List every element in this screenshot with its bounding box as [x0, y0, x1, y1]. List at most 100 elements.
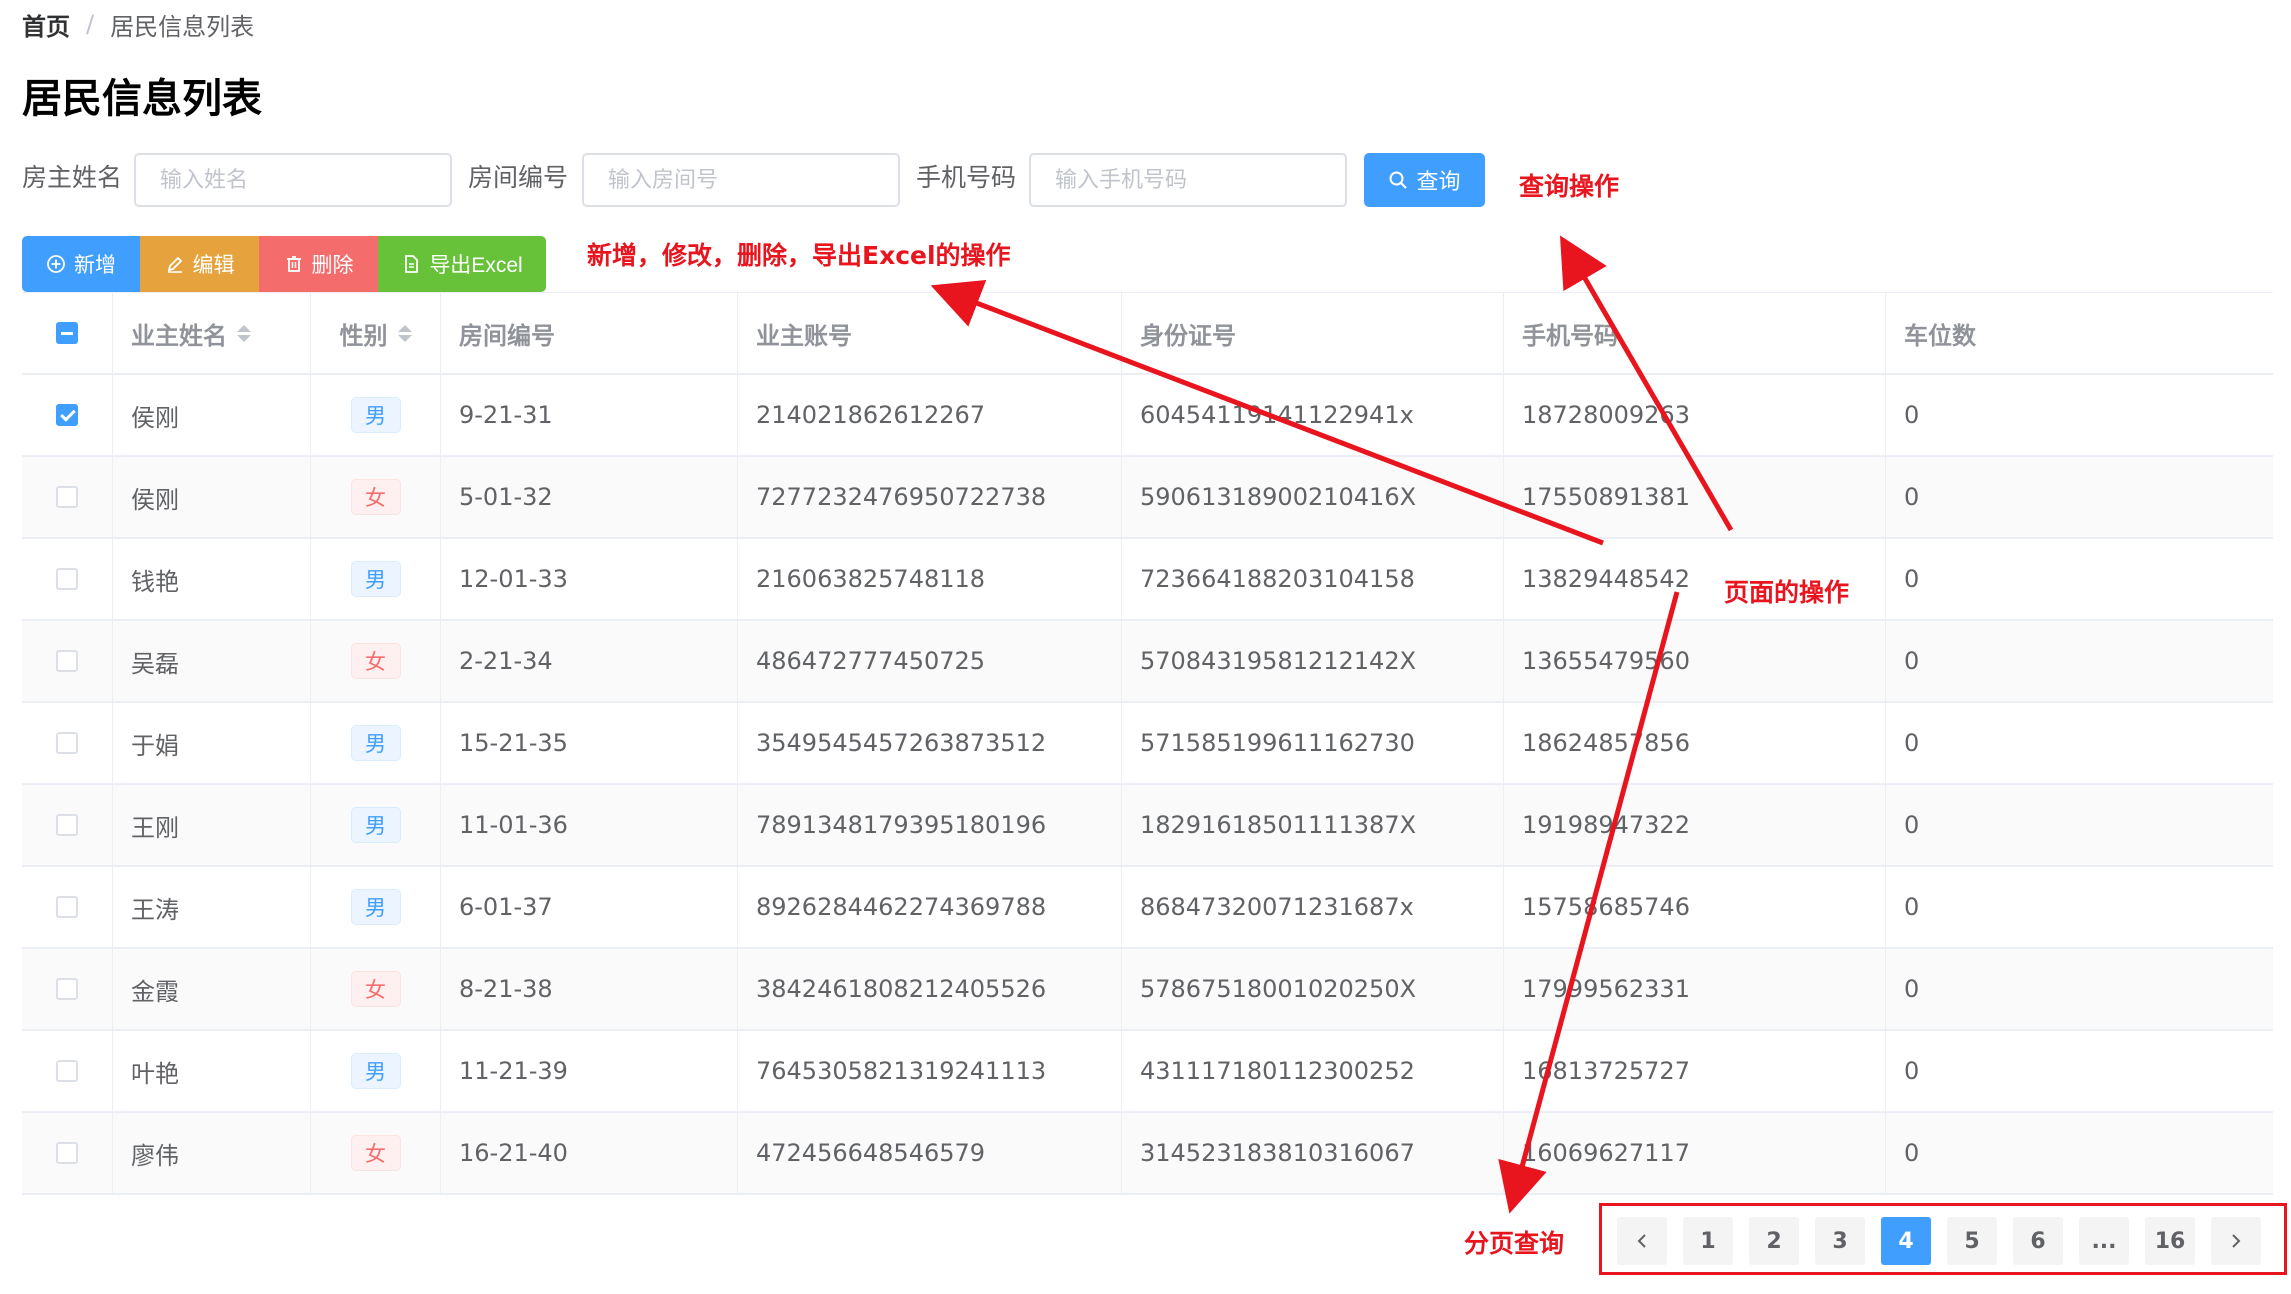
pagination: 1 2 3 4 5 6... 16	[1617, 1217, 2261, 1265]
gender-tag: 男	[350, 561, 401, 597]
phone-cell: 18728009263	[1504, 375, 1886, 455]
prev-page-button[interactable]	[1617, 1217, 1667, 1265]
gender-cell: 女	[311, 621, 441, 701]
select-cell	[22, 457, 113, 537]
gender-tag: 男	[350, 807, 401, 843]
page-ellipsis[interactable]: ...	[2079, 1217, 2129, 1265]
parking-cell: 0	[1904, 1057, 1920, 1085]
table-row[interactable]: 侯刚 女 5-01-32 7277232476950722738 59061318900…	[22, 457, 2273, 539]
annotation-crud-ops: 新增，修改，删除，导出Excel的操作	[587, 241, 1011, 270]
phone-input[interactable]	[1029, 153, 1347, 207]
room-cell: 2-21-34	[441, 621, 738, 701]
select-cell	[22, 703, 113, 783]
trash-icon	[286, 256, 301, 272]
export-button-label: 导出Excel	[429, 254, 523, 277]
owner-name-cell: 廖伟	[113, 1113, 311, 1193]
breadcrumb-home[interactable]: 首页	[22, 7, 70, 42]
gender-cell: 男	[311, 539, 441, 619]
table-row[interactable]: 侯刚 男 9-21-31 214021862612267 604541191411229…	[22, 375, 2273, 457]
table-row[interactable]: 钱艳 男 12-01-33 216063825748118 72366418820310…	[22, 539, 2273, 621]
owner-name-input[interactable]	[134, 153, 452, 207]
delete-button[interactable]: 删除	[259, 236, 378, 292]
page-button[interactable]: 16	[2145, 1217, 2195, 1265]
select-all-checkbox[interactable]	[56, 322, 78, 344]
row-checkbox[interactable]	[56, 650, 78, 672]
breadcrumb: 首页 / 居民信息列表	[22, 6, 254, 42]
table-row[interactable]: 吴磊 女 2-21-34 486472777450725 570843195812121…	[22, 621, 2273, 703]
gender-tag: 女	[350, 971, 401, 1007]
edit-button-label: 编辑	[192, 254, 235, 277]
table-row[interactable]: 王涛 男 6-01-37 8926284462274369788 86847320071…	[22, 867, 2273, 949]
phone-cell: 16069627117	[1504, 1113, 1886, 1193]
select-cell	[22, 1031, 113, 1111]
page-title: 居民信息列表	[22, 76, 262, 122]
page-button[interactable]: 2	[1749, 1217, 1799, 1265]
header-account: 业主账号	[738, 293, 1122, 373]
table-row[interactable]: 王刚 男 11-01-36 7891348179395180196 1829161850…	[22, 785, 2273, 867]
parking-cell: 0	[1904, 647, 1920, 675]
breadcrumb-separator: /	[86, 10, 95, 38]
next-page-button[interactable]	[2211, 1217, 2261, 1265]
gender-cell: 男	[311, 867, 441, 947]
owner-name-cell: 侯刚	[113, 457, 311, 537]
table-row[interactable]: 于娟 男 15-21-35 3549545457263873512 5715851996…	[22, 703, 2273, 785]
row-checkbox[interactable]	[56, 814, 78, 836]
gender-tag: 女	[350, 1135, 401, 1171]
id-card-cell: 571585199611162730	[1122, 703, 1504, 783]
account-cell: 8926284462274369788	[738, 867, 1122, 947]
query-button[interactable]: 查询	[1364, 153, 1485, 207]
query-button-label: 查询	[1416, 169, 1461, 194]
document-icon	[405, 255, 419, 273]
edit-button[interactable]: 编辑	[140, 236, 259, 292]
row-checkbox[interactable]	[56, 978, 78, 1000]
table-row[interactable]: 廖伟 女 16-21-40 472456648546579 31452318381031…	[22, 1113, 2273, 1195]
page-button[interactable]: 6	[2013, 1217, 2063, 1265]
row-checkbox[interactable]	[56, 568, 78, 590]
annotation-query-ops: 查询操作	[1519, 172, 1620, 201]
resident-table: 业主姓名 性别 房间编号 业主账号 身份证号 手机号码 车位数 侯刚男 9-21-…	[22, 292, 2273, 1195]
row-checkbox[interactable]	[56, 896, 78, 918]
phone-cell: 19198947322	[1504, 785, 1886, 865]
page-button[interactable]: 4	[1881, 1217, 1931, 1265]
room-input[interactable]	[582, 153, 900, 207]
select-cell	[22, 949, 113, 1029]
account-cell: 472456648546579	[738, 1113, 1122, 1193]
parking-cell: 0	[1904, 483, 1920, 511]
gender-tag: 男	[350, 725, 401, 761]
gender-cell: 男	[311, 703, 441, 783]
sort-icon[interactable]	[397, 324, 412, 342]
row-checkbox[interactable]	[56, 1060, 78, 1082]
room-cell: 16-21-40	[441, 1113, 738, 1193]
owner-name-cell: 王涛	[113, 867, 311, 947]
id-card-cell: 18291618501111387X	[1122, 785, 1504, 865]
row-checkbox[interactable]	[56, 1142, 78, 1164]
phone-cell: 17999562331	[1504, 949, 1886, 1029]
owner-name-cell: 金霞	[113, 949, 311, 1029]
header-gender[interactable]: 性别	[311, 293, 441, 373]
owner-name-cell: 钱艳	[113, 539, 311, 619]
page-button[interactable]: 5	[1947, 1217, 1997, 1265]
header-owner-name-label: 业主姓名	[131, 321, 227, 350]
header-select-cell	[22, 293, 113, 373]
id-card-cell: 431117180112300252	[1122, 1031, 1504, 1111]
owner-name-cell: 侯刚	[113, 375, 311, 455]
row-checkbox[interactable]	[56, 486, 78, 508]
add-button[interactable]: 新增	[22, 236, 140, 292]
search-icon	[1389, 171, 1408, 189]
page-button[interactable]: 3	[1815, 1217, 1865, 1265]
owner-name-label: 房主姓名	[22, 163, 123, 192]
account-cell: 214021862612267	[738, 375, 1122, 455]
table-row[interactable]: 金霞 女 8-21-38 3842461808212405526 57867518001…	[22, 949, 2273, 1031]
table-row[interactable]: 叶艳 男 11-21-39 7645305821319241113 4311171801…	[22, 1031, 2273, 1113]
pencil-icon	[167, 256, 182, 273]
export-excel-button[interactable]: 导出Excel	[378, 236, 546, 292]
room-cell: 11-01-36	[441, 785, 738, 865]
row-checkbox[interactable]	[56, 404, 78, 426]
header-owner-name[interactable]: 业主姓名	[113, 293, 311, 373]
header-parking: 车位数	[1904, 321, 1976, 350]
row-checkbox[interactable]	[56, 732, 78, 754]
room-cell: 12-01-33	[441, 539, 738, 619]
select-cell	[22, 785, 113, 865]
sort-icon[interactable]	[237, 324, 251, 342]
page-button[interactable]: 1	[1683, 1217, 1733, 1265]
